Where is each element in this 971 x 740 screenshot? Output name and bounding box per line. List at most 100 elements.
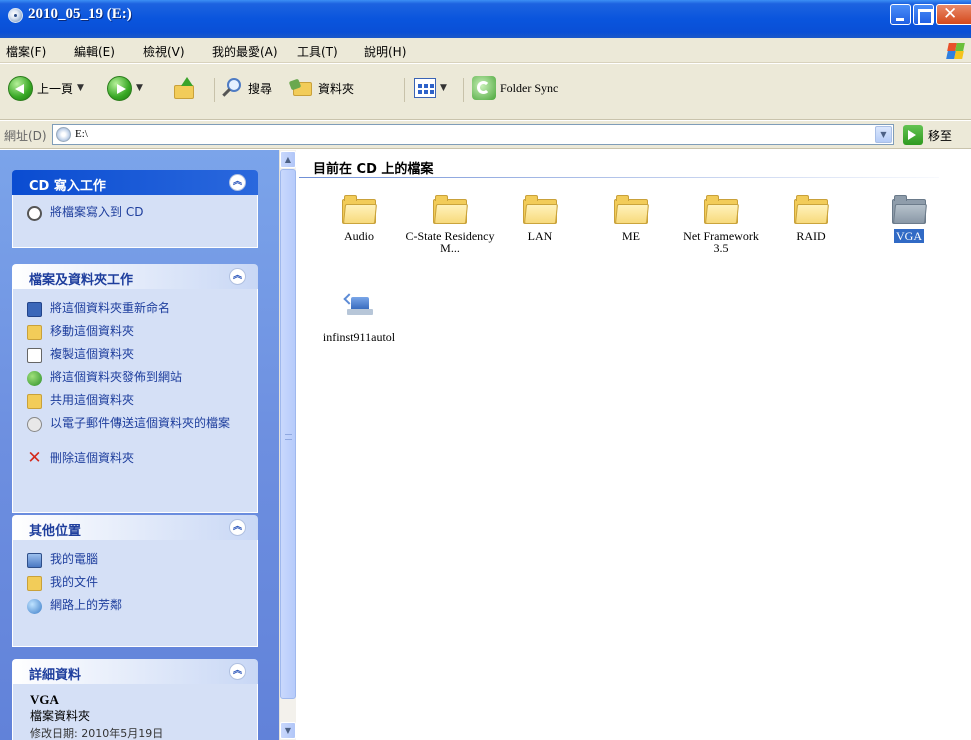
file-name: Audio	[344, 229, 374, 243]
other-places-panel: 其他位置 ︽ 我的電腦 我的文件 網路上的芳鄰	[12, 515, 258, 647]
folder-vga[interactable]: VGA	[864, 194, 954, 243]
folder-icon	[432, 194, 469, 224]
folder-raid[interactable]: RAID	[766, 194, 856, 242]
menu-file[interactable]: 檔案(F)	[6, 43, 46, 60]
back-button[interactable]: 上一頁 ▼	[8, 73, 84, 103]
up-folder-button[interactable]	[172, 73, 196, 103]
task-copy-folder[interactable]: 複製這個資料夾	[27, 348, 134, 363]
folder-audio[interactable]: Audio	[314, 194, 404, 242]
copy-folder-icon	[27, 348, 42, 363]
task-delete-folder[interactable]: ✕ 刪除這個資料夾	[27, 448, 134, 468]
details-item-date: 修改日期: 2010年5月19日	[30, 727, 164, 740]
task-email-folder[interactable]: 以電子郵件傳送這個資料夾的檔案	[27, 417, 242, 432]
collapse-chevron-icon[interactable]: ︽	[229, 519, 246, 536]
menu-view[interactable]: 檢視(V)	[143, 43, 185, 60]
toolbar: 上一頁 ▼ ▼ 搜尋 資料夾 ▼ Folder Sync	[0, 64, 971, 120]
search-button[interactable]: 搜尋	[222, 73, 272, 103]
task-label: 共用這個資料夾	[50, 393, 135, 407]
task-label: 以電子郵件傳送這個資料夾的檔案	[50, 416, 231, 430]
email-icon	[27, 417, 42, 432]
cd-tasks-panel: CD 寫入工作 ︽ 將檔案寫入到 CD	[12, 170, 258, 248]
folder-icon	[793, 194, 830, 224]
folder-lan[interactable]: LAN	[495, 194, 585, 242]
toolbar-separator	[214, 78, 215, 102]
place-network[interactable]: 網路上的芳鄰	[27, 599, 122, 614]
folder-icon	[522, 194, 559, 224]
collapse-chevron-icon[interactable]: ︽	[229, 268, 246, 285]
close-icon: ✕	[943, 4, 958, 24]
file-tasks-title: 檔案及資料夾工作	[29, 273, 134, 288]
task-label: 將檔案寫入到 CD	[50, 205, 144, 219]
menu-tools[interactable]: 工具(T)	[297, 43, 338, 60]
address-value: E:\	[75, 128, 88, 140]
menu-edit[interactable]: 編輯(E)	[74, 43, 115, 60]
file-name: ME	[622, 229, 640, 243]
details-header[interactable]: 詳細資料 ︽	[12, 659, 258, 684]
other-places-header[interactable]: 其他位置 ︽	[12, 515, 258, 540]
folder-sync-icon	[472, 76, 496, 100]
file-view: 目前在 CD 上的檔案 Audio C-State Residency M...…	[297, 150, 971, 740]
menu-help[interactable]: 說明(H)	[364, 43, 406, 60]
place-my-documents[interactable]: 我的文件	[27, 576, 98, 591]
forward-arrow-icon	[107, 75, 132, 101]
task-label: 移動這個資料夾	[50, 324, 135, 338]
views-grid-icon	[414, 78, 436, 98]
folder-c-state[interactable]: C-State Residency M...	[405, 194, 495, 254]
file-name: LAN	[527, 229, 553, 243]
close-button[interactable]: ✕	[936, 4, 971, 25]
task-move-folder[interactable]: 移動這個資料夾	[27, 325, 134, 340]
folder-sync-label: Folder Sync	[500, 80, 559, 95]
move-folder-icon	[27, 325, 42, 340]
task-write-to-cd[interactable]: 將檔案寫入到 CD	[27, 206, 143, 221]
file-infinst911autol[interactable]: infinst911autol	[314, 293, 404, 343]
folder-icon	[703, 194, 740, 224]
folder-icon	[341, 194, 378, 224]
group-divider	[299, 177, 939, 178]
place-my-computer[interactable]: 我的電腦	[27, 553, 98, 568]
details-panel: 詳細資料 ︽ VGA 檔案資料夾 修改日期: 2010年5月19日	[12, 659, 258, 740]
address-label: 網址(D)	[4, 129, 47, 143]
search-icon	[222, 77, 244, 99]
place-label: 我的文件	[50, 575, 99, 589]
details-item-type: 檔案資料夾	[30, 709, 91, 723]
go-arrow-icon[interactable]	[903, 125, 923, 145]
folders-icon	[288, 77, 314, 99]
collapse-chevron-icon[interactable]: ︽	[229, 663, 246, 680]
task-pane-scrollbar[interactable]: ▲ ▼	[279, 150, 296, 740]
cd-tasks-title: CD 寫入工作	[29, 179, 106, 194]
rename-icon	[27, 302, 42, 317]
file-tasks-header[interactable]: 檔案及資料夾工作 ︽	[12, 264, 258, 289]
views-dropdown-icon: ▼	[440, 83, 447, 93]
file-name: infinst911autol	[322, 330, 396, 344]
search-label: 搜尋	[248, 81, 273, 96]
folder-me[interactable]: ME	[586, 194, 676, 242]
file-name: C-State Residency M...	[405, 229, 495, 255]
scroll-up-icon[interactable]: ▲	[280, 151, 296, 168]
folder-net-framework[interactable]: Net Framework 3.5	[676, 194, 766, 254]
collapse-chevron-icon[interactable]: ︽	[229, 174, 246, 191]
back-arrow-icon	[8, 75, 33, 101]
maximize-button[interactable]	[913, 4, 934, 25]
scroll-thumb[interactable]	[280, 169, 296, 699]
address-input[interactable]: E:\ ▼	[52, 124, 894, 145]
forward-button[interactable]: ▼	[107, 73, 143, 103]
forward-dropdown-icon[interactable]: ▼	[136, 83, 143, 93]
windows-logo-icon	[946, 41, 965, 59]
minimize-button[interactable]	[890, 4, 911, 25]
task-publish-folder[interactable]: 將這個資料夾發佈到網站	[27, 371, 182, 386]
address-dropdown-icon[interactable]: ▼	[875, 126, 892, 143]
back-dropdown-icon[interactable]: ▼	[77, 83, 84, 93]
task-label: 將這個資料夾重新命名	[50, 301, 171, 315]
my-computer-icon	[27, 553, 42, 568]
cd-tasks-header[interactable]: CD 寫入工作 ︽	[12, 170, 258, 195]
views-button[interactable]: ▼	[414, 73, 447, 103]
menu-favorites[interactable]: 我的最愛(A)	[212, 43, 278, 60]
up-folder-icon	[172, 76, 196, 100]
go-button[interactable]: 移至	[928, 127, 952, 144]
folder-sync-button[interactable]: Folder Sync	[472, 73, 558, 103]
task-share-folder[interactable]: 共用這個資料夾	[27, 394, 134, 409]
delete-icon: ✕	[27, 448, 42, 468]
scroll-down-icon[interactable]: ▼	[280, 722, 296, 739]
task-rename-folder[interactable]: 將這個資料夾重新命名	[27, 302, 170, 317]
folders-button[interactable]: 資料夾	[288, 73, 354, 103]
